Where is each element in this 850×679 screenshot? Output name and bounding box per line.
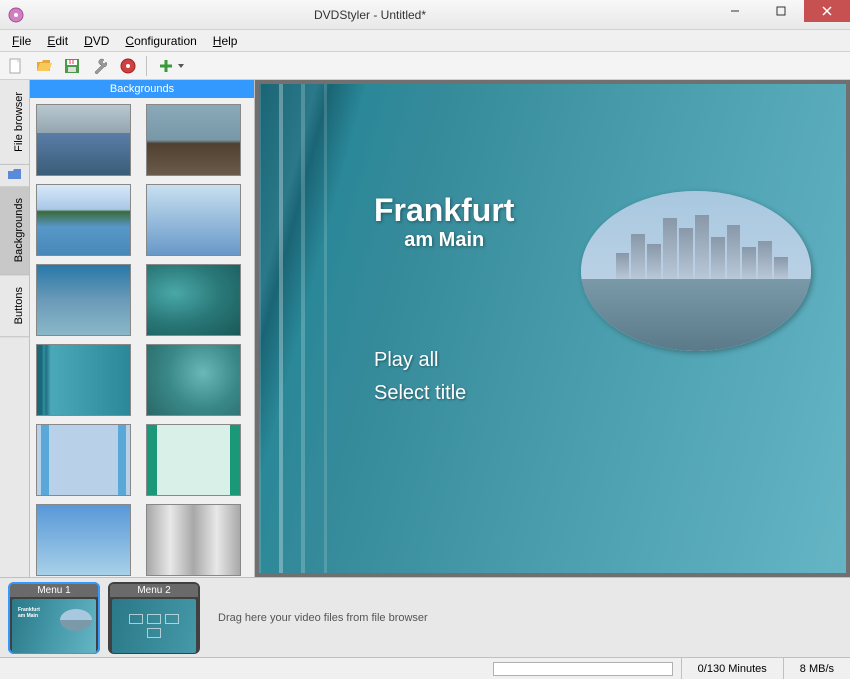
bg-thumb[interactable] [36,424,131,496]
status-bitrate: 8 MB/s [783,658,850,679]
preview-area: Frankfurt am Main Play all Select title [255,80,850,577]
minimize-button[interactable] [712,0,758,22]
bg-thumb[interactable] [36,104,131,176]
bg-thumb[interactable] [36,264,131,336]
bg-thumb[interactable] [146,344,241,416]
status-progress-bar [493,662,673,676]
menu-bar: File Edit DVD Configuration Help [0,30,850,52]
new-button[interactable] [4,54,28,78]
menu-image-frame[interactable] [581,191,811,351]
toolbar-separator [146,56,147,76]
drag-hint: Drag here your video files from file bro… [208,612,842,624]
menu-play-all[interactable]: Play all [374,349,466,372]
new-file-icon [7,57,25,75]
bg-thumb[interactable] [146,264,241,336]
open-button[interactable] [32,54,56,78]
timeline[interactable]: Menu 1 Frankfurtam Main Menu 2 Drag here… [0,577,850,657]
add-button[interactable] [153,54,189,78]
timeline-label: Menu 2 [110,584,198,597]
folder-icon [0,165,29,186]
backgrounds-panel: Backgrounds [30,80,255,577]
wrench-icon [91,57,109,75]
backgrounds-scroll[interactable] [30,98,254,577]
window-controls [712,0,850,29]
menu-select-title[interactable]: Select title [374,382,466,405]
maximize-button[interactable] [758,0,804,22]
burn-button[interactable] [116,54,140,78]
dropdown-arrow-icon [177,62,185,70]
main-area: File browser Backgrounds Buttons Backgro… [0,80,850,577]
close-button[interactable] [804,0,850,22]
menu-title-block[interactable]: Frankfurt am Main [374,192,514,252]
status-duration: 0/130 Minutes [681,658,783,679]
city-skyline [616,215,789,279]
save-icon [63,57,81,75]
save-button[interactable] [60,54,84,78]
menu-title-sub: am Main [374,229,514,252]
bg-thumb[interactable] [146,504,241,576]
title-bar: DVDStyler - Untitled* [0,0,850,30]
menu-title-main: Frankfurt [374,192,514,229]
tab-file-browser[interactable]: File browser [0,80,29,165]
menu-dvd[interactable]: DVD [76,32,117,50]
menu-help[interactable]: Help [205,32,246,50]
bg-thumb[interactable] [36,344,131,416]
bg-thumb[interactable] [146,184,241,256]
menu-edit[interactable]: Edit [39,32,76,50]
timeline-menu-1[interactable]: Menu 1 Frankfurtam Main [8,582,100,654]
tab-buttons[interactable]: Buttons [0,275,29,337]
tab-backgrounds[interactable]: Backgrounds [0,186,29,275]
status-bar: 0/130 Minutes 8 MB/s [0,657,850,679]
decorative-stripes [259,84,349,573]
bg-thumb[interactable] [36,504,131,576]
menu-buttons: Play all Select title [374,349,466,415]
window-title: DVDStyler - Untitled* [28,8,712,22]
app-icon [8,5,28,25]
menu-file[interactable]: File [4,32,39,50]
timeline-label: Menu 1 [10,584,98,597]
menu-preview-canvas[interactable]: Frankfurt am Main Play all Select title [259,84,846,573]
timeline-menu-2[interactable]: Menu 2 [108,582,200,654]
settings-button[interactable] [88,54,112,78]
bg-thumb[interactable] [36,184,131,256]
bg-thumb[interactable] [146,104,241,176]
backgrounds-header: Backgrounds [30,80,254,98]
city-water [581,279,811,351]
timeline-preview [112,599,196,653]
side-tabs: File browser Backgrounds Buttons [0,80,30,577]
toolbar [0,52,850,80]
add-icon [157,57,175,75]
bg-thumb[interactable] [146,424,241,496]
timeline-preview: Frankfurtam Main [12,599,96,653]
burn-disc-icon [119,57,137,75]
menu-configuration[interactable]: Configuration [117,32,204,50]
backgrounds-grid [36,104,248,576]
open-folder-icon [35,57,53,75]
